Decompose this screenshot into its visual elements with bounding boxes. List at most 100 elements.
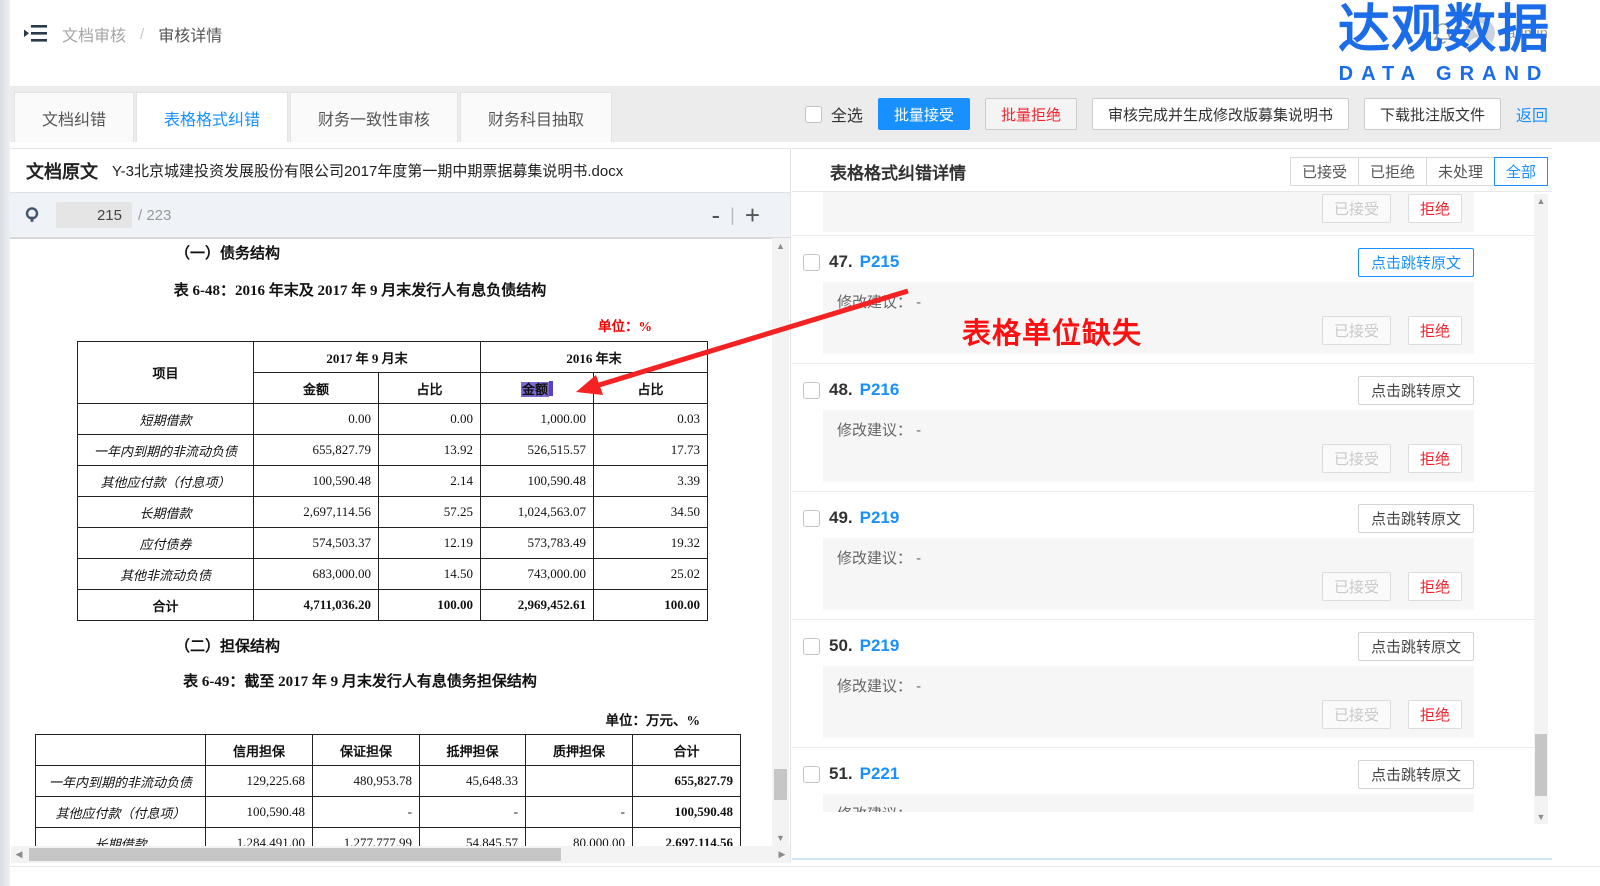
select-all-checkbox[interactable] [804,105,822,123]
top-header: 文档审核 / 审核详情 admin 达观数据 DATA GRAND [10,0,1600,86]
review-annotation-text: 表格单位缺失 [962,318,1143,350]
scroll-down-arrow[interactable]: ▼ [1534,810,1548,824]
correction-item-P215: 47. P215 点击跳转原文 修改建议： - 已接受 拒绝 [792,236,1534,364]
table-cell: 526,515.57 [480,434,595,466]
table-row-label: 其他非流动负债 [77,558,254,590]
reject-button[interactable]: 拒绝 [1407,316,1462,345]
suggestion-card: 修改建议： - [823,794,1474,812]
breadcrumb-item-parent[interactable]: 文档审核 [62,22,126,46]
suggestion-label: 修改建议： [837,806,912,812]
table-cell: 100,590.48 [632,796,741,828]
breadcrumb-item-current: 审核详情 [158,28,223,45]
jump-to-source-button[interactable]: 点击跳转原文 [1357,631,1474,661]
item-checkbox[interactable] [803,637,820,655]
document-vertical-scrollbar[interactable]: ▲ ▼ [772,238,789,846]
scrollbar-thumb[interactable] [774,769,787,800]
batch-accept-button[interactable]: 批量接受 [877,98,970,130]
accepted-button[interactable]: 已接受 [1321,700,1391,729]
table-cell [525,765,633,797]
item-page-link[interactable]: P221 [860,764,900,784]
table-subheader-cell: 金额 [253,372,379,404]
table-header-cell [35,734,206,766]
scrollbar-thumb[interactable] [1535,734,1547,796]
table-row: 其他非流动负债 683,000.00 14.50 743,000.00 25.02 [77,558,709,590]
suggestion-value: - [912,806,921,812]
accepted-button[interactable]: 已接受 [1321,316,1391,345]
table-cell: 54,845.57 [419,827,526,846]
table-cell: 100,590.48 [480,465,595,497]
zoom-in-button[interactable]: + [745,202,760,228]
filter-button-3[interactable]: 未处理 [1425,157,1495,186]
tab-2[interactable]: 表格格式纠错 [136,92,289,142]
document-page: （一）债务结构 表 6-48：2016 年末及 2017 年 9 月末发行人有息… [10,238,772,846]
filter-button-4[interactable]: 全部 [1493,157,1548,186]
table-cell: 2,697,114.56 [632,827,741,846]
table-cell: 683,000.00 [253,558,379,590]
search-icon[interactable] [24,206,42,224]
table-cell: 17.73 [593,434,709,466]
corrections-vertical-scrollbar[interactable]: ▲ ▼ [1534,194,1548,824]
item-page-link[interactable]: P215 [860,252,900,272]
table-cell: - [525,796,633,828]
item-checkbox[interactable] [803,381,820,399]
tab-4[interactable]: 财务科目抽取 [460,92,613,142]
download-annotated-button[interactable]: 下载批注版文件 [1363,98,1501,130]
item-page-link[interactable]: P219 [860,636,900,656]
document-filename: Y-3北京城建投资发展股份有限公司2017年度第一期中期票据募集说明书.docx [112,163,624,180]
scroll-up-arrow[interactable]: ▲ [772,238,789,254]
scrollbar-thumb[interactable] [29,848,561,861]
corrections-panel: 表格格式纠错详情 已接受 已拒绝 未处理 全部 已接受 拒绝 47. P215 点击跳转原… [792,148,1552,860]
document-horizontal-scrollbar[interactable]: ◀ ▶ [11,846,790,863]
footer-divider [10,866,1600,867]
reject-button[interactable]: 拒绝 [1407,194,1462,223]
status-filter-group: 已接受 已拒绝 未处理 全部 [1289,157,1548,186]
page-number-input[interactable] [56,202,132,228]
scroll-down-arrow[interactable]: ▼ [772,830,789,846]
reject-button[interactable]: 拒绝 [1407,572,1462,601]
table-header-cell: 2016 年末 [480,341,709,373]
jump-to-source-button[interactable]: 点击跳转原文 [1357,503,1474,533]
scroll-up-arrow[interactable]: ▲ [1534,194,1548,208]
batch-reject-button[interactable]: 批量拒绝 [984,98,1077,130]
table-row-label: 其他应付款（付息项） [35,796,206,828]
item-checkbox[interactable] [803,765,820,783]
item-checkbox[interactable] [803,253,820,271]
tabs-container: 文档纠错 表格格式纠错 财务一致性审核 财务科目抽取 [14,86,614,142]
item-index: 48. [829,380,853,399]
jump-to-source-button[interactable]: 点击跳转原文 [1357,247,1474,277]
item-actions: 已接受 拒绝 [1321,444,1462,473]
scroll-left-arrow[interactable]: ◀ [11,846,27,863]
finish-generate-button[interactable]: 审核完成并生成修改版募集说明书 [1091,98,1349,130]
reject-button[interactable]: 拒绝 [1407,700,1462,729]
corrections-panel-bottom-border [792,858,1552,860]
scroll-right-arrow[interactable]: ▶ [774,846,790,863]
collapsed-sidebar-rail[interactable] [0,0,10,886]
list-item-partial: 已接受 拒绝 [792,192,1534,236]
jump-to-source-button[interactable]: 点击跳转原文 [1357,759,1474,789]
tab-3[interactable]: 财务一致性审核 [290,92,459,142]
accepted-button[interactable]: 已接受 [1321,572,1391,601]
text-cursor [549,380,554,396]
table-cell: 0.03 [593,403,709,435]
document-panel: 文档原文 Y-3北京城建投资发展股份有限公司2017年度第一期中期票据募集说明书… [10,148,791,863]
reject-button[interactable]: 拒绝 [1407,444,1462,473]
item-checkbox[interactable] [803,509,820,527]
accepted-button[interactable]: 已接受 [1321,194,1391,223]
filter-button-1[interactable]: 已接受 [1289,157,1359,186]
jump-to-source-button[interactable]: 点击跳转原文 [1357,375,1474,405]
item-page-link[interactable]: P219 [860,508,900,528]
table-cell: 1,000.00 [480,403,595,435]
zoom-out-button[interactable]: - [711,202,720,228]
table-row: 短期借款 0.00 0.00 1,000.00 0.03 [77,403,709,435]
table-row-label: 长期借款 [35,827,206,846]
item-page-link[interactable]: P216 [860,380,900,400]
table-cell: 80,000.00 [525,827,633,846]
accepted-button[interactable]: 已接受 [1321,444,1391,473]
tab-1[interactable]: 文档纠错 [14,92,135,142]
item-actions: 已接受 拒绝 [1321,572,1462,601]
filter-button-2[interactable]: 已拒绝 [1357,157,1427,186]
menu-fold-icon[interactable] [24,24,48,44]
item-index: 49. [829,508,853,527]
back-link[interactable]: 返回 [1516,102,1548,126]
table-cell: 655,827.79 [632,765,741,797]
